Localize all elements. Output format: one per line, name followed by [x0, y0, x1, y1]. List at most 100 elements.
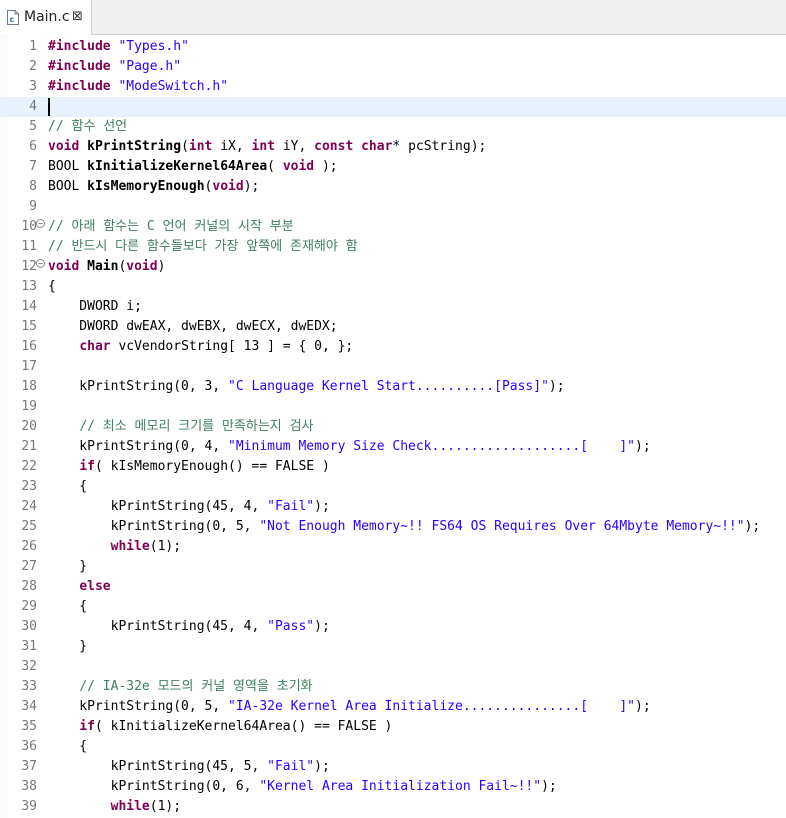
code-token: }	[48, 559, 88, 574]
fold-toggle-icon[interactable]: −	[36, 259, 45, 268]
code-token: "Minimum Memory Size Check..............…	[228, 439, 636, 454]
code-token: void	[212, 179, 244, 194]
code-line[interactable]: 23 {	[0, 477, 786, 497]
code-text: // 아래 함수는 C 언어 커널의 시작 부분	[48, 217, 294, 237]
line-number: 18	[21, 379, 37, 394]
code-line[interactable]: 18 kPrintString(0, 3, "C Language Kernel…	[0, 377, 786, 397]
code-line[interactable]: 34 kPrintString(0, 5, "IA-32e Kernel Are…	[0, 697, 786, 717]
code-token: #include	[48, 39, 111, 54]
code-line[interactable]: 39 while(1);	[0, 797, 786, 817]
code-line[interactable]: 24 kPrintString(45, 4, "Fail");	[0, 497, 786, 517]
code-line[interactable]: 32	[0, 657, 786, 677]
code-line[interactable]: 25 kPrintString(0, 5, "Not Enough Memory…	[0, 517, 786, 537]
code-token: "ModeSwitch.h"	[118, 79, 229, 94]
code-line[interactable]: 37 kPrintString(45, 5, "Fail");	[0, 757, 786, 777]
code-token: )	[157, 259, 166, 274]
code-line[interactable]: 35 if( kInitializeKernel64Area() == FALS…	[0, 717, 786, 737]
text-cursor	[48, 98, 50, 116]
code-token: else	[79, 579, 111, 594]
code-token: // 함수 선언	[48, 119, 128, 134]
code-token: int	[251, 139, 275, 154]
code-line[interactable]: 8 BOOL kIsMemoryEnough(void);	[0, 177, 786, 197]
code-line[interactable]: 19	[0, 397, 786, 417]
code-text: #include "Types.h"	[48, 37, 189, 57]
code-line[interactable]: 14 DWORD i;	[0, 297, 786, 317]
code-text: kPrintString(0, 5, "Not Enough Memory~!!…	[48, 517, 761, 537]
code-text: while(1);	[48, 537, 181, 557]
code-token: #include	[48, 59, 111, 74]
code-line[interactable]: 27 }	[0, 557, 786, 577]
line-number: 17	[21, 359, 37, 374]
code-text: {	[48, 277, 56, 297]
code-text: char vcVendorString[ 13 ] = { 0, };	[48, 337, 353, 357]
code-line[interactable]: 38 kPrintString(0, 6, "Kernel Area Initi…	[0, 777, 786, 797]
code-token: "Fail"	[267, 499, 315, 514]
line-number: 39	[21, 799, 37, 814]
code-editor[interactable]: 1 #include "Types.h" 2 #include "Page.h" 3 #i…	[0, 35, 786, 818]
code-line[interactable]: 4	[0, 97, 786, 117]
code-text: // 최소 메모리 크기를 만족하는지 검사	[48, 417, 313, 437]
code-line[interactable]: 21 kPrintString(0, 4, "Minimum Memory Si…	[0, 437, 786, 457]
code-token: kPrintString(0, 4,	[48, 439, 229, 454]
code-text: kPrintString(45, 4, "Pass");	[48, 617, 330, 637]
code-line[interactable]: 17	[0, 357, 786, 377]
code-line[interactable]: 12− void Main(void)	[0, 257, 786, 277]
line-number: 24	[21, 499, 37, 514]
code-line[interactable]: 20 // 최소 메모리 크기를 만족하는지 검사	[0, 417, 786, 437]
code-token: kPrintString(0, 3,	[48, 379, 229, 394]
code-token: );	[314, 619, 330, 634]
code-token: * pcString);	[392, 139, 487, 154]
code-line[interactable]: 30 kPrintString(45, 4, "Pass");	[0, 617, 786, 637]
code-token: kPrintString(45, 4,	[48, 499, 268, 514]
code-line[interactable]: 11 // 반드시 다른 함수들보다 가장 앞쪽에 존재해야 함	[0, 237, 786, 257]
code-line[interactable]: 16 char vcVendorString[ 13 ] = { 0, };	[0, 337, 786, 357]
code-text: kPrintString(0, 3, "C Language Kernel St…	[48, 377, 564, 397]
code-line[interactable]: 10−// 아래 함수는 C 언어 커널의 시작 부분	[0, 217, 786, 237]
code-line[interactable]: 15 DWORD dwEAX, dwEBX, dwECX, dwEDX;	[0, 317, 786, 337]
code-line[interactable]: 22 if( kIsMemoryEnough() == FALSE )	[0, 457, 786, 477]
code-line[interactable]: 26 while(1);	[0, 537, 786, 557]
code-line[interactable]: 31 }	[0, 637, 786, 657]
code-token: "C Language Kernel Start..........[Pass]…	[228, 379, 549, 394]
code-line[interactable]: 13 {	[0, 277, 786, 297]
fold-toggle-icon[interactable]: −	[36, 219, 45, 228]
line-number: 25	[21, 519, 37, 534]
line-number: 13	[21, 279, 37, 294]
code-line[interactable]: 9	[0, 197, 786, 217]
line-number: 36	[21, 739, 37, 754]
code-line[interactable]: 7 BOOL kInitializeKernel64Area( void );	[0, 157, 786, 177]
code-text: void kPrintString(int iX, int iY, const …	[48, 137, 486, 157]
code-text: BOOL kIsMemoryEnough(void);	[48, 177, 259, 197]
code-token: {	[48, 599, 88, 614]
code-token: "Kernel Area Initialization Fail~!!"	[259, 779, 542, 794]
close-icon[interactable]: ⊠	[72, 9, 83, 25]
line-number: 2	[29, 59, 37, 74]
code-token: void	[48, 139, 80, 154]
line-number: 1	[29, 39, 37, 54]
code-line[interactable]: 28 else	[0, 577, 786, 597]
code-token: {	[48, 739, 88, 754]
code-token: // 아래 함수는 C 언어 커널의 시작 부분	[48, 219, 294, 234]
code-line[interactable]: 3 #include "ModeSwitch.h"	[0, 77, 786, 97]
code-line[interactable]: 5 // 함수 선언	[0, 117, 786, 137]
line-number: 38	[21, 779, 37, 794]
code-token: while	[110, 539, 150, 554]
code-text: DWORD i;	[48, 297, 142, 317]
code-line[interactable]: 6 void kPrintString(int iX, int iY, const…	[0, 137, 786, 157]
code-line[interactable]: 33 // IA-32e 모드의 커널 영역을 초기화	[0, 677, 786, 697]
code-token: "Page.h"	[118, 59, 182, 74]
code-line[interactable]: 2 #include "Page.h"	[0, 57, 786, 77]
code-token: char	[79, 339, 111, 354]
tab-main-c[interactable]: c Main.c ⊠	[0, 0, 92, 35]
code-line[interactable]: 29 {	[0, 597, 786, 617]
code-text: }	[48, 637, 87, 657]
code-line[interactable]: 36 {	[0, 737, 786, 757]
code-line[interactable]: 1 #include "Types.h"	[0, 37, 786, 57]
code-token: );	[314, 759, 330, 774]
